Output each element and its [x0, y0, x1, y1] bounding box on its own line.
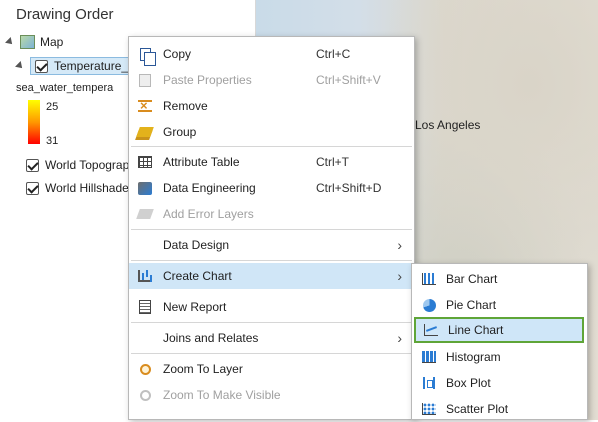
- copy-icon: [137, 46, 156, 66]
- menu-item-zoom-to-layer[interactable]: Zoom To Layer: [129, 356, 414, 382]
- pie-chart-icon: [421, 297, 437, 313]
- bar-chart-icon: [421, 271, 437, 287]
- chevron-right-icon: ›: [397, 237, 402, 253]
- data-engineering-icon: [137, 180, 153, 196]
- legend-color-ramp: [28, 100, 40, 144]
- pane-title: Drawing Order: [16, 6, 114, 23]
- table-icon: [137, 154, 153, 170]
- expand-arrow-icon[interactable]: [15, 61, 25, 71]
- menu-item-paste-properties: Paste Properties Ctrl+Shift+V: [129, 67, 414, 93]
- histogram-icon: [421, 349, 437, 365]
- submenu-item-scatter-plot[interactable]: Scatter Plot: [412, 396, 587, 422]
- layer-visibility-checkbox[interactable]: [26, 158, 39, 172]
- submenu-item-line-chart[interactable]: Line Chart: [414, 317, 584, 343]
- zoom-icon: [137, 361, 153, 377]
- layer-name: World Hillshade: [45, 181, 129, 195]
- legend-max-value: 25: [46, 101, 59, 113]
- legend-min-value: 31: [46, 135, 59, 147]
- chart-icon: [137, 268, 153, 284]
- tree-item-layer[interactable]: World Hillshade: [26, 178, 129, 198]
- menu-item-joins-and-relates[interactable]: Joins and Relates ›: [129, 325, 414, 351]
- tree-item-layer[interactable]: World Topograp: [26, 155, 129, 175]
- menu-item-add-error-layers: Add Error Layers: [129, 201, 414, 227]
- legend-field-name: sea_water_tempera: [16, 82, 114, 94]
- menu-separator: [131, 353, 412, 354]
- menu-item-new-report[interactable]: New Report: [129, 294, 414, 320]
- menu-separator: [131, 322, 412, 323]
- zoom-visible-icon: [137, 387, 153, 403]
- report-icon: [137, 299, 153, 315]
- menu-item-zoom-to-make-visible: Zoom To Make Visible: [129, 382, 414, 408]
- chevron-right-icon: ›: [397, 330, 402, 346]
- menu-separator: [131, 229, 412, 230]
- submenu-item-pie-chart[interactable]: Pie Chart: [412, 292, 587, 318]
- submenu-item-histogram[interactable]: Histogram: [412, 344, 587, 370]
- submenu-item-box-plot[interactable]: Box Plot: [412, 370, 587, 396]
- city-label: Los Angeles: [415, 118, 481, 132]
- chevron-right-icon: ›: [397, 268, 402, 284]
- menu-item-data-engineering[interactable]: Data Engineering Ctrl+Shift+D: [129, 175, 414, 201]
- menu-item-attribute-table[interactable]: Attribute Table Ctrl+T: [129, 149, 414, 175]
- paste-icon: [137, 72, 153, 88]
- scatter-plot-icon: [421, 401, 437, 417]
- error-layers-icon: [136, 206, 154, 222]
- layer-name: World Topograp: [45, 158, 130, 172]
- remove-icon: [137, 98, 153, 114]
- menu-item-data-design[interactable]: Data Design ›: [129, 232, 414, 258]
- line-chart-icon: [423, 322, 439, 338]
- map-icon: [20, 35, 35, 49]
- menu-item-create-chart[interactable]: Create Chart ›: [129, 263, 414, 289]
- menu-item-group[interactable]: Group: [129, 119, 414, 145]
- layer-visibility-checkbox[interactable]: [26, 181, 39, 195]
- map-label: Map: [40, 35, 64, 49]
- menu-item-copy[interactable]: Copy Ctrl+C: [129, 41, 414, 67]
- menu-separator: [131, 146, 412, 147]
- create-chart-submenu: Bar Chart Pie Chart Line Chart Histogram…: [411, 263, 588, 420]
- tree-item-map[interactable]: Map: [5, 32, 64, 52]
- menu-separator: [131, 260, 412, 261]
- expand-arrow-icon[interactable]: [5, 37, 15, 47]
- submenu-item-bar-chart[interactable]: Bar Chart: [412, 266, 587, 292]
- menu-item-remove[interactable]: Remove: [129, 93, 414, 119]
- box-plot-icon: [421, 375, 437, 391]
- layer-visibility-checkbox[interactable]: [35, 59, 48, 73]
- layer-context-menu: Copy Ctrl+C Paste Properties Ctrl+Shift+…: [128, 36, 415, 420]
- group-icon: [136, 124, 154, 140]
